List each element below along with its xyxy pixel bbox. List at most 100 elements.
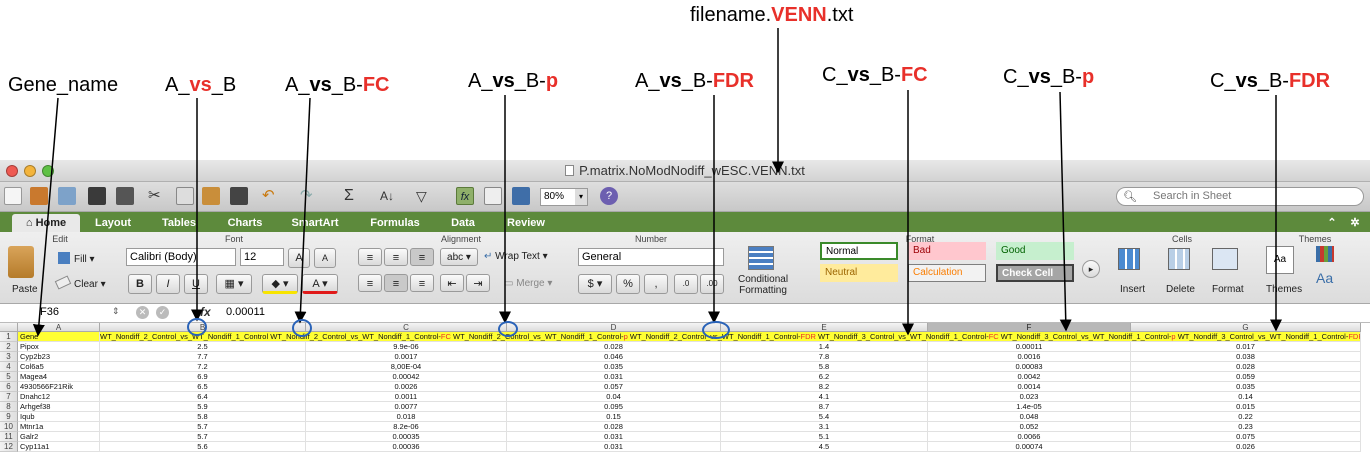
delete-icon[interactable]	[1168, 248, 1190, 270]
format-cells-icon[interactable]	[1212, 248, 1238, 270]
value-cell[interactable]: 7.8	[721, 352, 928, 362]
number-format-select[interactable]: General	[578, 248, 724, 266]
value-cell[interactable]: 0.035	[507, 362, 721, 372]
value-cell[interactable]: 0.00074	[928, 442, 1131, 452]
cancel-icon[interactable]: ✕	[136, 306, 149, 319]
paste-button[interactable]: Paste	[12, 284, 38, 295]
gene-cell[interactable]: Pipox	[18, 342, 100, 352]
select-all-corner[interactable]	[0, 323, 18, 332]
gene-cell[interactable]: Cyp11a1	[18, 442, 100, 452]
value-cell[interactable]: 7.7	[100, 352, 306, 362]
autosum-icon[interactable]: Σ	[344, 187, 362, 205]
tab-review[interactable]: Review	[496, 214, 556, 232]
value-cell[interactable]: 5.6	[100, 442, 306, 452]
row-header[interactable]: 1	[0, 332, 18, 342]
value-cell[interactable]: 5.7	[100, 432, 306, 442]
value-cell[interactable]: 5.8	[100, 412, 306, 422]
value-cell[interactable]: 5.9	[100, 402, 306, 412]
theme-colors-icon[interactable]	[1316, 246, 1334, 262]
value-cell[interactable]: 0.031	[507, 442, 721, 452]
format-painter-icon[interactable]	[230, 187, 248, 205]
value-cell[interactable]: 0.028	[1131, 362, 1361, 372]
header-row-text[interactable]: WT_Nondiff_2_Control_vs_WT_Nondiff_1_Con…	[100, 332, 1361, 342]
value-cell[interactable]: 0.031	[507, 372, 721, 382]
gene-cell[interactable]: Magea4	[18, 372, 100, 382]
value-cell[interactable]: 0.0077	[306, 402, 507, 412]
cell-style-neutral[interactable]: Neutral	[820, 264, 898, 282]
value-cell[interactable]: 0.095	[507, 402, 721, 412]
new-icon[interactable]	[4, 187, 22, 205]
styles-more-button[interactable]: ▸	[1082, 260, 1100, 278]
font-size-select[interactable]: 12	[240, 248, 284, 266]
value-cell[interactable]: 3.1	[721, 422, 928, 432]
align-top-button[interactable]: ≡	[358, 248, 382, 266]
cell-style-check-cell[interactable]: Check Cell	[996, 264, 1074, 282]
value-cell[interactable]: 0.018	[306, 412, 507, 422]
worksheet-grid[interactable]: A B C D E F G 1 Gene WT_Nondiff_2_Control_vs_WT_N…	[0, 323, 1370, 473]
value-cell[interactable]: 0.026	[1131, 442, 1361, 452]
value-cell[interactable]: 5.8	[721, 362, 928, 372]
tab-smartart[interactable]: SmartArt	[282, 214, 348, 232]
column-header-c[interactable]: C	[306, 323, 507, 332]
paste-icon-large[interactable]	[8, 246, 34, 278]
column-header-a[interactable]: A	[18, 323, 100, 332]
orientation-button[interactable]: abc ▾	[440, 248, 478, 266]
filter-icon[interactable]: ▽	[416, 187, 434, 205]
search-field[interactable]: 🔍︎ Search in Sheet	[1116, 187, 1364, 206]
value-cell[interactable]: 4.1	[721, 392, 928, 402]
align-center-button[interactable]: ≡	[384, 274, 408, 292]
row-header[interactable]: 5	[0, 372, 18, 382]
gene-cell[interactable]: Dnahc12	[18, 392, 100, 402]
value-cell[interactable]: 0.22	[1131, 412, 1361, 422]
format-button[interactable]: Format	[1212, 284, 1244, 295]
comma-button[interactable]: ,	[644, 274, 668, 294]
value-cell[interactable]: 0.00083	[928, 362, 1131, 372]
bold-button[interactable]: B	[128, 274, 152, 294]
column-header-f[interactable]: F	[928, 323, 1131, 332]
value-cell[interactable]: 0.031	[507, 432, 721, 442]
underline-button[interactable]: U	[184, 274, 208, 294]
header-cell-gene[interactable]: Gene	[18, 332, 100, 342]
open-icon[interactable]	[58, 187, 76, 205]
delete-button[interactable]: Delete	[1166, 284, 1195, 295]
gene-cell[interactable]: 4930566F21Rik	[18, 382, 100, 392]
align-bottom-button[interactable]: ≡	[410, 248, 434, 266]
value-cell[interactable]: 1.4	[721, 342, 928, 352]
value-cell[interactable]: 0.057	[507, 382, 721, 392]
value-cell[interactable]: 5.7	[100, 422, 306, 432]
gene-cell[interactable]: Galr2	[18, 432, 100, 442]
value-cell[interactable]: 6.4	[100, 392, 306, 402]
row-header[interactable]: 7	[0, 392, 18, 402]
sort-icon[interactable]: A↓	[380, 187, 398, 205]
value-cell[interactable]: 0.0016	[928, 352, 1131, 362]
enter-icon[interactable]: ✓	[156, 306, 169, 319]
italic-button[interactable]: I	[156, 274, 180, 294]
increase-font-button[interactable]: A	[288, 248, 310, 268]
merge-button[interactable]: ▭ Merge ▾	[504, 278, 552, 289]
gallery-icon[interactable]	[30, 187, 48, 205]
value-cell[interactable]: 0.00042	[306, 372, 507, 382]
undo-icon[interactable]: ↶	[262, 187, 280, 205]
gene-cell[interactable]: Arhgef38	[18, 402, 100, 412]
ribbon-options-icon[interactable]: ✲	[1344, 214, 1366, 232]
tab-tables[interactable]: Tables	[150, 214, 208, 232]
column-header-e[interactable]: E	[721, 323, 928, 332]
value-cell[interactable]: 0.14	[1131, 392, 1361, 402]
value-cell[interactable]: 0.052	[928, 422, 1131, 432]
column-header-g[interactable]: G	[1131, 323, 1361, 332]
themes-icon[interactable]: Aa	[1266, 246, 1294, 274]
collapse-ribbon-icon[interactable]: ⌃	[1322, 214, 1342, 232]
align-right-button[interactable]: ≡	[410, 274, 434, 292]
value-cell[interactable]: 6.2	[721, 372, 928, 382]
fx-icon[interactable]: fx	[200, 305, 211, 319]
value-cell[interactable]: 7.2	[100, 362, 306, 372]
value-cell[interactable]: 0.028	[507, 422, 721, 432]
font-color-button[interactable]: A ▾	[302, 274, 338, 294]
value-cell[interactable]: 2.5	[100, 342, 306, 352]
value-cell[interactable]: 8.2e-06	[306, 422, 507, 432]
value-cell[interactable]: 9.9e-06	[306, 342, 507, 352]
gene-cell[interactable]: Iqub	[18, 412, 100, 422]
gene-cell[interactable]: Cyp2b23	[18, 352, 100, 362]
value-cell[interactable]: 8.7	[721, 402, 928, 412]
theme-fonts-button[interactable]: Aa	[1316, 270, 1333, 286]
